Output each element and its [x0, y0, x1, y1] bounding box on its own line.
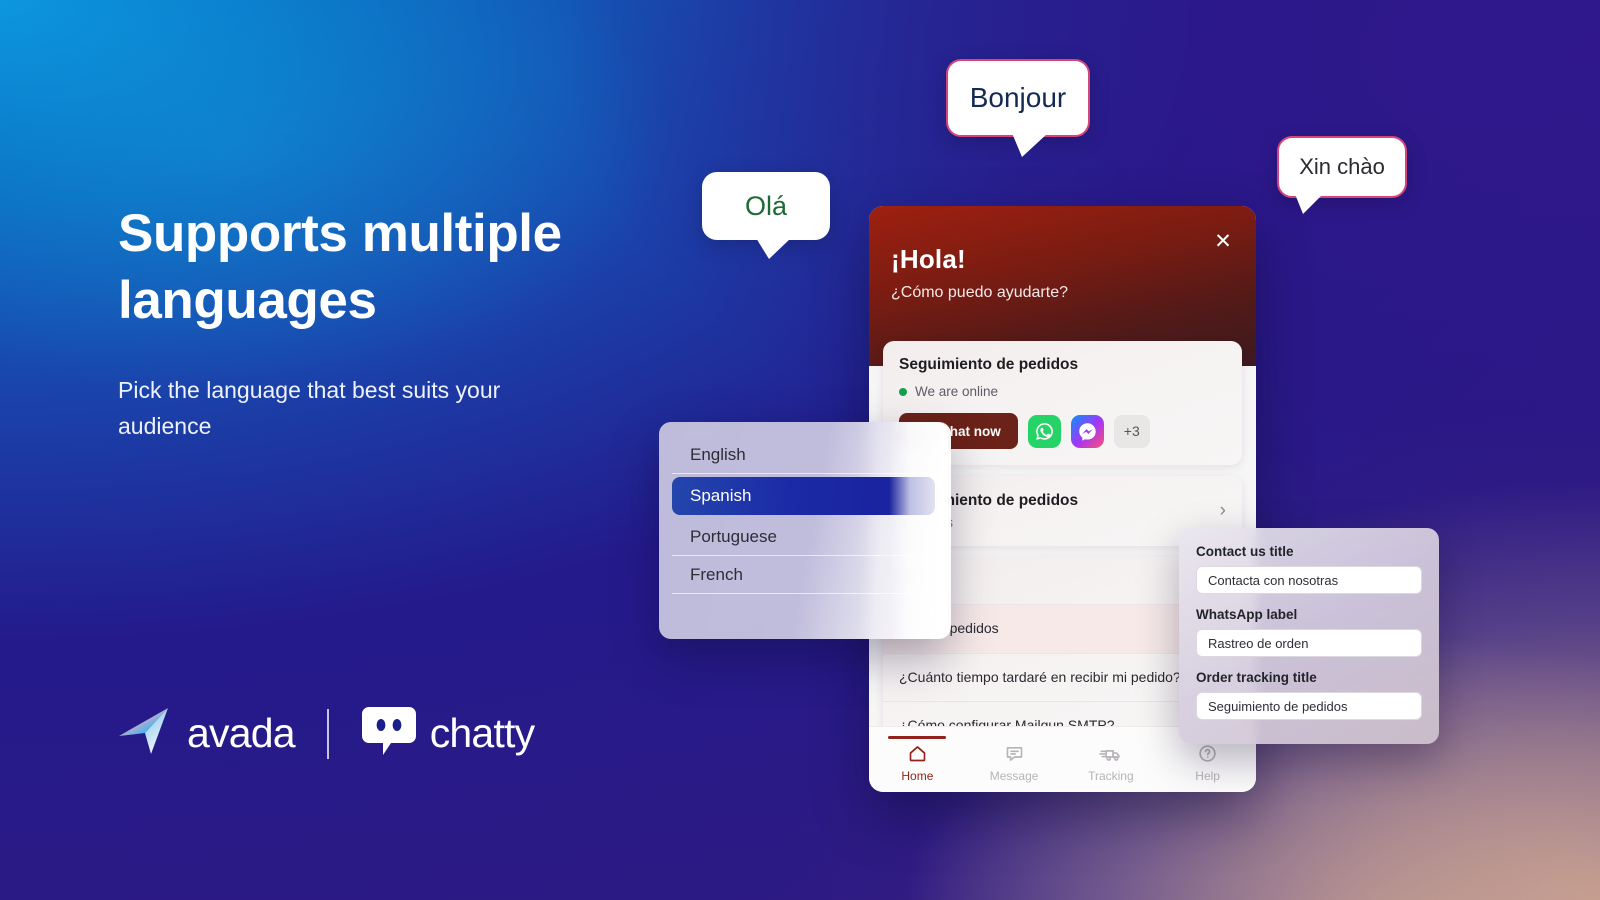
- contact-card-title: Seguimiento de pedidos: [899, 356, 1079, 373]
- speech-bubble-ola-text: Olá: [744, 190, 788, 221]
- online-status-label: We are online: [915, 384, 999, 399]
- nav-item-home[interactable]: Home: [869, 735, 966, 783]
- speech-bubble-xinchao-text: Xin chào: [1299, 154, 1385, 179]
- speech-bubble-tail: [1295, 194, 1323, 214]
- nav-item-tracking[interactable]: Tracking: [1063, 737, 1160, 783]
- nav-item-message[interactable]: Message: [966, 737, 1063, 783]
- home-icon: [909, 745, 926, 761]
- speech-bubble-tail: [1012, 133, 1048, 157]
- channel-row: Chat now +3: [899, 413, 1226, 449]
- online-status-dot: [899, 387, 907, 396]
- avada-brand: avada: [118, 706, 296, 761]
- chevron-right-icon: ›: [1219, 500, 1226, 521]
- avada-wordmark: avada: [187, 710, 296, 756]
- speech-bubble-bonjour-text: Bonjour: [969, 82, 1067, 113]
- page-subtitle: Pick the language that best suits your a…: [118, 377, 501, 440]
- whatsapp-icon[interactable]: [1027, 414, 1061, 448]
- chat-now-label: Chat now: [940, 423, 1001, 439]
- nav-label-home: Home: [901, 768, 934, 783]
- language-dropdown: English Spanish Portuguese French: [659, 422, 948, 639]
- speech-bubble-bonjour: Bonjour: [946, 59, 1090, 157]
- field-label-contact-us-title: Contact us title: [1196, 544, 1294, 559]
- nav-label-message: Message: [989, 768, 1039, 783]
- speech-bubble-ola: Olá: [702, 172, 830, 259]
- online-status-row: We are online: [899, 384, 1226, 399]
- speech-bubble-tail: [756, 238, 791, 259]
- nav-label-tracking: Tracking: [1088, 768, 1134, 783]
- order-tracking-title-input[interactable]: Seguimiento de pedidos: [1196, 692, 1422, 720]
- avada-paper-plane-icon: [118, 706, 174, 761]
- language-settings-panel: Contact us title Contacta con nosotras W…: [1179, 528, 1439, 744]
- contact-us-title-input[interactable]: Contacta con nosotras: [1196, 566, 1422, 594]
- language-option-french[interactable]: French: [672, 556, 935, 594]
- tracking-truck-icon: [1099, 749, 1121, 761]
- close-icon[interactable]: ✕: [1210, 228, 1236, 254]
- chatty-wordmark: chatty: [429, 710, 535, 756]
- chat-greeting-subtitle: ¿Cómo puedo ayudarte?: [891, 284, 1068, 301]
- field-label-whatsapp-label: WhatsApp label: [1196, 607, 1298, 622]
- language-option-spanish[interactable]: Spanish: [672, 477, 935, 515]
- field-label-order-tracking-title: Order tracking title: [1196, 670, 1317, 685]
- nav-label-help: Help: [1195, 768, 1220, 783]
- brand-logo-row: avada chatty: [118, 705, 535, 762]
- language-option-english[interactable]: English: [672, 436, 935, 474]
- chat-greeting-title: ¡Hola!: [891, 244, 966, 274]
- chatty-speech-bubble-icon: [361, 705, 417, 762]
- message-icon: [1006, 746, 1022, 761]
- page-title: Supports multiple languages: [118, 204, 562, 331]
- chatty-brand: chatty: [361, 705, 535, 762]
- speech-bubble-xinchao: Xin chào: [1277, 136, 1407, 214]
- more-channels-button[interactable]: +3: [1113, 414, 1150, 448]
- logo-divider: [326, 708, 329, 759]
- language-option-portuguese[interactable]: Portuguese: [672, 518, 935, 556]
- whatsapp-label-input[interactable]: Rastreo de orden: [1196, 629, 1422, 657]
- messenger-icon[interactable]: [1070, 414, 1104, 448]
- help-circle-icon: [1199, 744, 1216, 762]
